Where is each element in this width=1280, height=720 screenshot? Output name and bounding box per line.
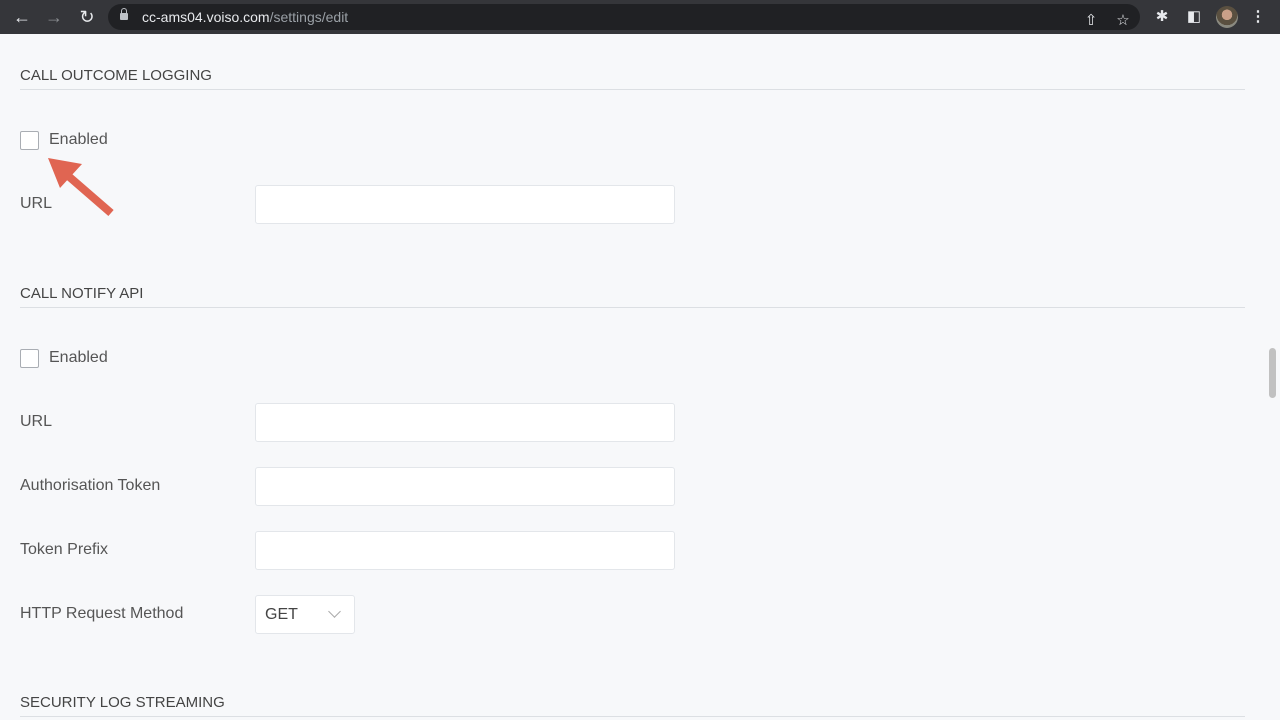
section-title-call-outcome-logging: CALL OUTCOME LOGGING xyxy=(20,67,1245,90)
token-prefix-input[interactable] xyxy=(255,531,675,570)
menu-icon[interactable]: ⋮ xyxy=(1247,6,1269,28)
share-icon[interactable]: ⇧ xyxy=(1080,10,1102,32)
call-notify-url-input[interactable] xyxy=(255,403,675,442)
http-method-value: GET xyxy=(265,606,298,623)
http-method-label: HTTP Request Method xyxy=(20,605,184,622)
scrollbar-thumb[interactable] xyxy=(1269,348,1276,398)
section-title-security-log-streaming: SECURITY LOG STREAMING xyxy=(20,694,1245,717)
annotation-arrow-icon xyxy=(48,158,114,217)
http-method-select[interactable]: GET xyxy=(255,595,355,634)
call-outcome-url-input[interactable] xyxy=(255,185,675,224)
auth-token-label: Authorisation Token xyxy=(20,477,161,494)
chevron-down-icon xyxy=(328,605,341,618)
star-icon[interactable]: ☆ xyxy=(1112,10,1134,32)
call-notify-url-label: URL xyxy=(20,413,53,430)
section-title-call-notify-api: CALL NOTIFY API xyxy=(20,285,1245,308)
token-prefix-label: Token Prefix xyxy=(20,541,109,558)
address-bar[interactable]: cc-ams04.voiso.com/settings/edit ⇧ ☆ xyxy=(108,4,1140,30)
url-host: cc-ams04.voiso.com xyxy=(142,9,270,25)
call-notify-enabled-label: Enabled xyxy=(49,349,108,366)
url-path: /settings/edit xyxy=(269,9,349,25)
browser-toolbar: ← → ↻ cc-ams04.voiso.com/settings/edit ⇧… xyxy=(0,0,1280,34)
side-panel-icon[interactable]: ◧ xyxy=(1183,6,1205,28)
call-notify-enabled-checkbox[interactable] xyxy=(20,349,39,368)
profile-avatar[interactable] xyxy=(1216,6,1238,28)
extensions-icon[interactable]: ✱ xyxy=(1151,6,1173,28)
auth-token-input[interactable] xyxy=(255,467,675,506)
